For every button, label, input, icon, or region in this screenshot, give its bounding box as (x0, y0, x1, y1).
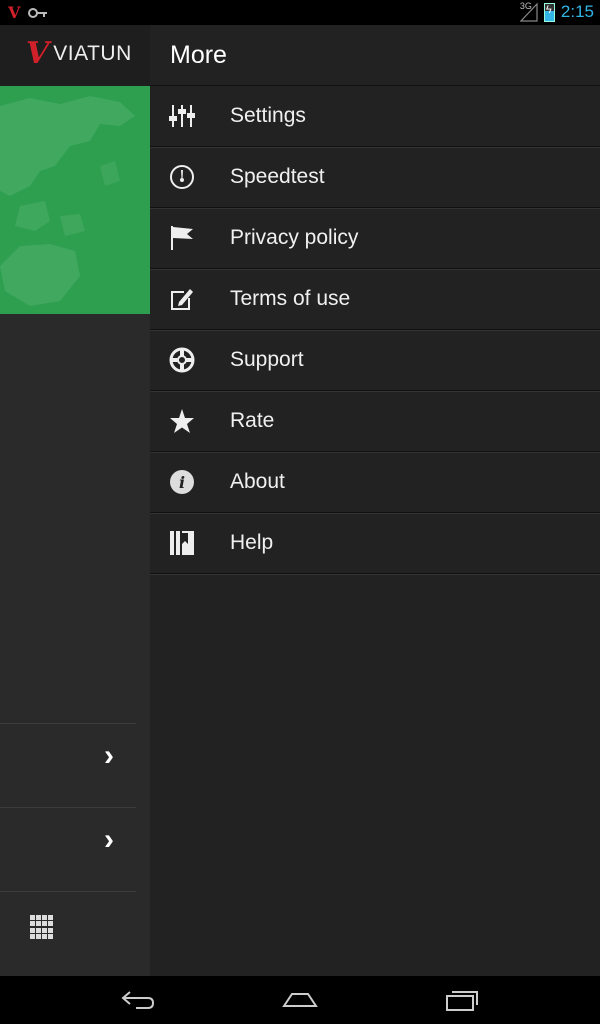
more-drawer: More Settings Speedtest Privacy policy T… (150, 25, 600, 976)
menu-label: Help (230, 531, 274, 554)
chevron-right-icon[interactable]: › (104, 739, 114, 773)
svg-text:i: i (179, 473, 185, 492)
signal-icon: 3G (519, 1, 538, 22)
menu-label: Rate (230, 409, 275, 432)
status-time: 2:15 (560, 2, 594, 21)
menu-label: About (230, 470, 285, 493)
status-bar: V 3G 2:15 (0, 0, 600, 25)
drawer-title: More (170, 40, 227, 69)
menu-item-about[interactable]: i About (150, 452, 600, 514)
info-icon: i (170, 470, 194, 494)
divider (0, 891, 136, 892)
menu-item-rate[interactable]: Rate (150, 391, 600, 453)
menu-label: Settings (230, 104, 306, 127)
menu-item-help[interactable]: Help (150, 513, 600, 575)
chevron-right-icon[interactable]: › (104, 823, 114, 857)
home-icon[interactable] (282, 986, 318, 1014)
apps-grid-icon[interactable] (30, 915, 54, 939)
menu-item-speedtest[interactable]: Speedtest (150, 147, 600, 209)
edit-icon (171, 289, 193, 310)
app-header: V VIATUN (0, 25, 150, 86)
logo-text: VIATUN (53, 42, 132, 65)
settings-sliders-icon (169, 105, 195, 127)
vpn-key-icon (28, 7, 48, 18)
menu-label: Privacy policy (230, 226, 359, 249)
back-icon[interactable] (120, 986, 156, 1014)
speedometer-icon (170, 165, 194, 189)
menu-label: Terms of use (230, 287, 351, 310)
battery-icon (543, 2, 555, 22)
menu-item-support[interactable]: Support (150, 330, 600, 392)
menu-label: Speedtest (230, 165, 325, 188)
menu-label: Support (230, 348, 304, 371)
divider (0, 807, 136, 808)
main-app-background: V VIATUN › › (0, 25, 150, 976)
viatun-logo: V VIATUN (26, 39, 132, 69)
flag-icon (171, 226, 193, 250)
book-icon (170, 531, 194, 555)
lifebuoy-icon (169, 347, 195, 373)
menu-item-privacy-policy[interactable]: Privacy policy (150, 208, 600, 270)
menu-item-terms-of-use[interactable]: Terms of use (150, 269, 600, 331)
star-icon (170, 409, 194, 433)
recent-apps-icon[interactable] (444, 986, 480, 1014)
menu-item-settings[interactable]: Settings (150, 86, 600, 148)
system-nav-bar (0, 976, 600, 1024)
logo-v: V (26, 36, 50, 71)
divider (0, 723, 136, 724)
world-map-icon (0, 96, 135, 306)
world-map[interactable] (0, 86, 150, 314)
drawer-header: More (150, 25, 600, 86)
viatun-notification-icon: V (8, 3, 21, 22)
